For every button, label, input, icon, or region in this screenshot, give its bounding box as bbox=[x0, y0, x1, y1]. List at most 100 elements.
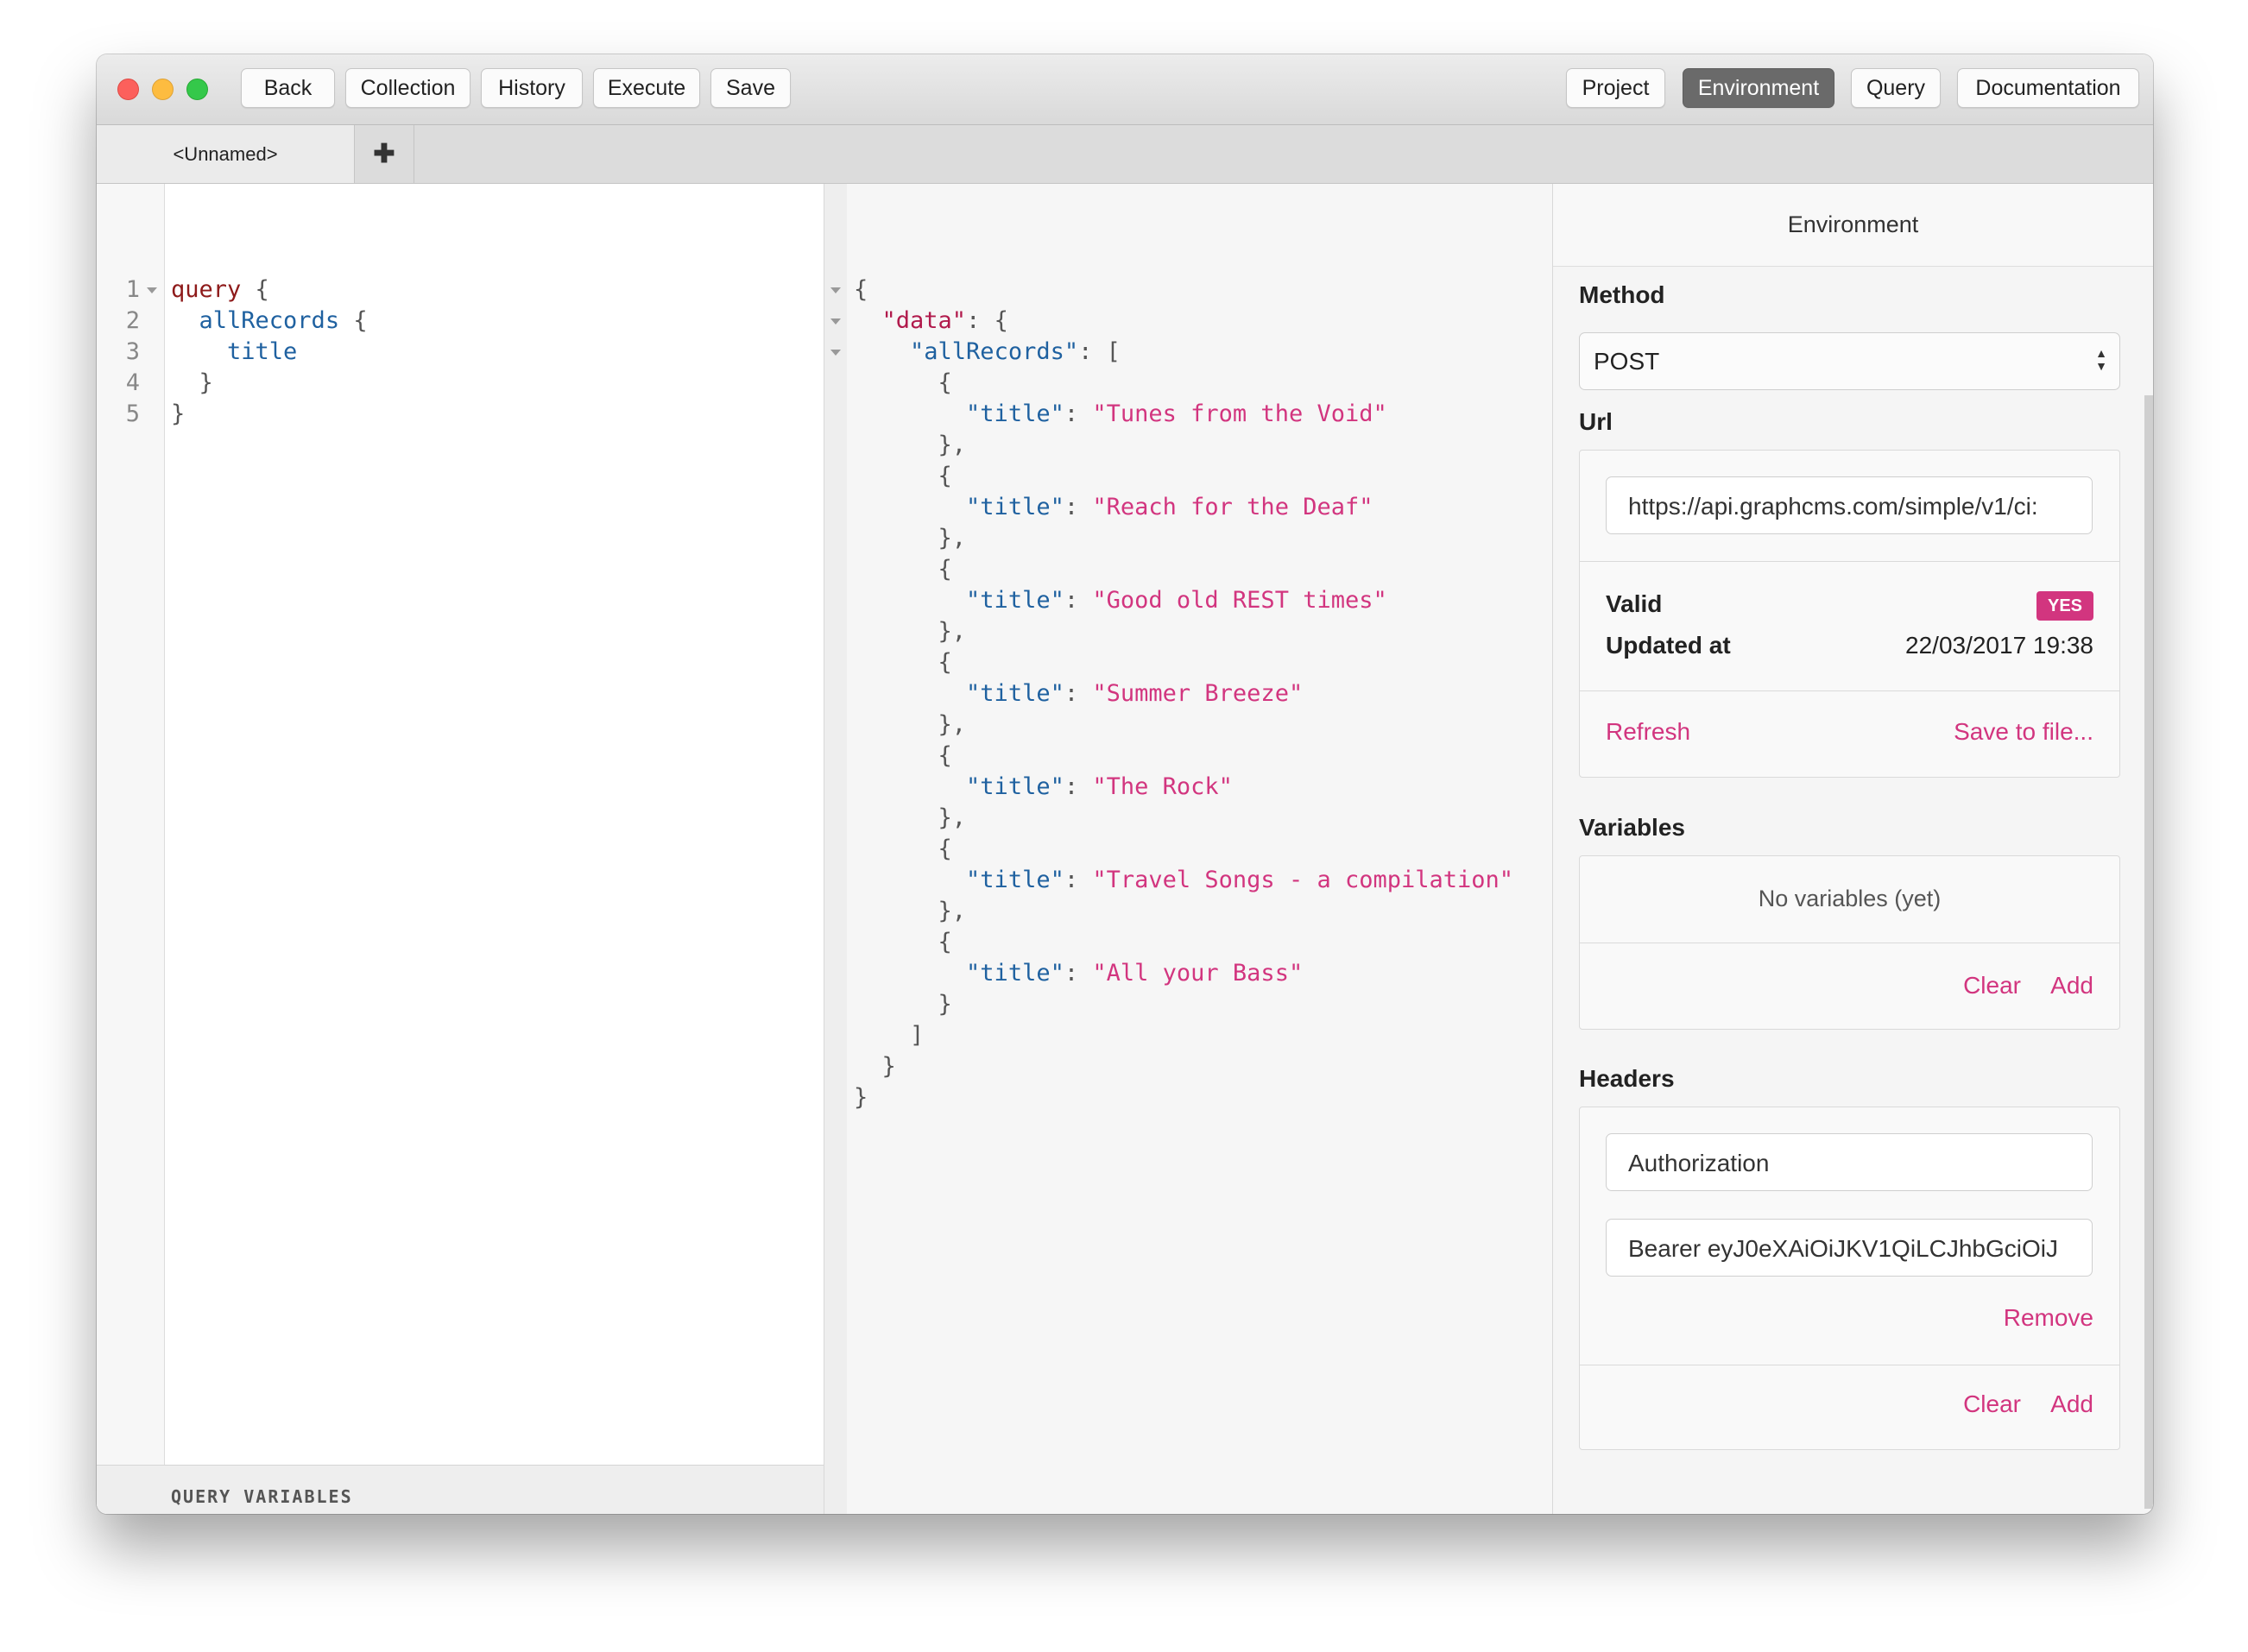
fold-arrow-icon[interactable] bbox=[830, 318, 841, 325]
json-line: { bbox=[854, 276, 868, 303]
environment-panel: Environment Method POST ▲ ▼ Url https://a… bbox=[1553, 184, 2153, 1514]
json-record: "title": "The Rock" bbox=[966, 773, 1233, 800]
header-remove-link[interactable]: Remove bbox=[2004, 1304, 2093, 1332]
valid-badge: YES bbox=[2036, 591, 2093, 621]
result-viewer: { "data": { "allRecords": [ { "title": "… bbox=[847, 184, 1553, 1514]
line-number: 2 bbox=[125, 307, 140, 334]
code-line: title bbox=[227, 338, 298, 365]
header-name-input[interactable]: Authorization bbox=[1606, 1133, 2093, 1191]
json-record: "title": "Travel Songs - a compilation" bbox=[966, 867, 1514, 893]
tab-bar: <Unnamed> ✚ bbox=[97, 125, 2153, 184]
record-title: All your Bass bbox=[1106, 960, 1289, 987]
method-select[interactable]: POST ▲ ▼ bbox=[1579, 332, 2120, 390]
url-input[interactable]: https://api.graphcms.com/simple/v1/ci: bbox=[1606, 476, 2093, 534]
headers-add-link[interactable]: Add bbox=[2050, 1390, 2093, 1418]
method-value: POST bbox=[1594, 348, 1660, 375]
fold-arrow-icon[interactable] bbox=[830, 350, 841, 356]
divider bbox=[1580, 561, 2119, 562]
json-line: { bbox=[854, 463, 952, 489]
collection-button[interactable]: Collection bbox=[345, 68, 470, 108]
json-record: "title": "Summer Breeze" bbox=[966, 680, 1304, 707]
documentation-button[interactable]: Documentation bbox=[1957, 68, 2139, 108]
json-line: } bbox=[854, 991, 952, 1018]
plus-icon: ✚ bbox=[373, 140, 395, 168]
line-gutter: 1 2 3 4 5 bbox=[97, 184, 165, 1466]
variables-add-link[interactable]: Add bbox=[2050, 972, 2093, 999]
headers-card: Authorization Bearer eyJ0eXAiOiJKV1QiLCJ… bbox=[1579, 1107, 2120, 1450]
divider bbox=[1580, 690, 2119, 691]
history-button[interactable]: History bbox=[481, 68, 583, 108]
method-label: Method bbox=[1579, 281, 1665, 308]
json-record: "title": "Tunes from the Void" bbox=[966, 400, 1387, 427]
record-title: Summer Breeze bbox=[1106, 680, 1289, 707]
scrollbar[interactable] bbox=[2144, 395, 2153, 1509]
query-button[interactable]: Query bbox=[1851, 68, 1941, 108]
no-variables-text: No variables (yet) bbox=[1758, 886, 1942, 911]
json-line: }, bbox=[854, 432, 967, 458]
json-line: { bbox=[854, 835, 952, 862]
line-number: 3 bbox=[125, 338, 140, 365]
environment-title: Environment bbox=[1553, 184, 2153, 267]
json-line: }, bbox=[854, 898, 967, 924]
select-arrows-icon: ▲ ▼ bbox=[2095, 346, 2107, 373]
code-line: allRecords { bbox=[199, 307, 368, 334]
fold-arrow-icon[interactable] bbox=[147, 287, 157, 293]
line-number: 4 bbox=[125, 369, 140, 396]
project-button[interactable]: Project bbox=[1566, 68, 1665, 108]
json-line: } bbox=[854, 1084, 868, 1111]
toolbar: Back Collection History Execute Save Pro… bbox=[97, 54, 2153, 125]
record-title: Reach for the Deaf bbox=[1106, 494, 1360, 520]
minimize-window-button[interactable] bbox=[152, 79, 174, 100]
json-line: { bbox=[854, 929, 952, 955]
json-line: }, bbox=[854, 525, 967, 552]
variables-clear-link[interactable]: Clear bbox=[1963, 972, 2021, 999]
refresh-link[interactable]: Refresh bbox=[1606, 718, 1690, 746]
json-line: }, bbox=[854, 711, 967, 738]
back-button[interactable]: Back bbox=[241, 68, 335, 108]
url-card: https://api.graphcms.com/simple/v1/ci: V… bbox=[1579, 450, 2120, 778]
fold-arrow-icon[interactable] bbox=[830, 287, 841, 293]
updated-at-value: 22/03/2017 19:38 bbox=[1905, 632, 2093, 659]
record-title: Good old REST times bbox=[1106, 587, 1373, 614]
json-line: } bbox=[854, 1053, 896, 1080]
json-line: }, bbox=[854, 804, 967, 831]
zoom-window-button[interactable] bbox=[186, 79, 208, 100]
line-number: 1 bbox=[125, 276, 140, 303]
json-record: "title": "Good old REST times" bbox=[966, 587, 1387, 614]
json-line: ] bbox=[854, 1022, 925, 1049]
json-record: "title": "Reach for the Deaf" bbox=[966, 494, 1373, 520]
url-label: Url bbox=[1579, 408, 1613, 435]
query-variables-bar[interactable]: QUERY VARIABLES bbox=[97, 1465, 824, 1514]
save-to-file-link[interactable]: Save to file... bbox=[1954, 718, 2093, 746]
json-line: }, bbox=[854, 618, 967, 645]
query-editor[interactable]: 1 2 3 4 5 query { allRecords { title } }… bbox=[97, 184, 824, 1514]
code-line: } bbox=[171, 400, 186, 427]
updated-at-label: Updated at bbox=[1606, 632, 1731, 659]
json-line: { bbox=[854, 742, 952, 769]
environment-button[interactable]: Environment bbox=[1683, 68, 1834, 108]
code-line: query { bbox=[171, 276, 269, 303]
record-title: Travel Songs - a compilation bbox=[1106, 867, 1500, 893]
variables-card: No variables (yet) Clear Add bbox=[1579, 855, 2120, 1030]
json-line: "allRecords": [ bbox=[910, 338, 1121, 365]
json-line: "data": { bbox=[881, 307, 1008, 334]
query-variables-label: QUERY VARIABLES bbox=[171, 1486, 353, 1507]
line-number: 5 bbox=[125, 400, 140, 427]
record-title: The Rock bbox=[1106, 773, 1219, 800]
pane-divider[interactable] bbox=[824, 184, 848, 1514]
save-button[interactable]: Save bbox=[710, 68, 791, 108]
record-title: Tunes from the Void bbox=[1106, 400, 1373, 427]
close-window-button[interactable] bbox=[117, 79, 139, 100]
json-line: { bbox=[854, 649, 952, 676]
tab-unnamed[interactable]: <Unnamed> bbox=[97, 125, 355, 183]
headers-label: Headers bbox=[1579, 1065, 1675, 1092]
execute-button[interactable]: Execute bbox=[593, 68, 700, 108]
json-line: { bbox=[854, 556, 952, 583]
add-tab-button[interactable]: ✚ bbox=[355, 125, 414, 183]
json-line: { bbox=[854, 369, 952, 396]
json-record: "title": "All your Bass" bbox=[966, 960, 1304, 987]
header-value-input[interactable]: Bearer eyJ0eXAiOiJKV1QiLCJhbGciOiJ bbox=[1606, 1219, 2093, 1277]
valid-label: Valid bbox=[1606, 590, 1663, 617]
headers-clear-link[interactable]: Clear bbox=[1963, 1390, 2021, 1418]
app-window: Back Collection History Execute Save Pro… bbox=[97, 54, 2153, 1514]
